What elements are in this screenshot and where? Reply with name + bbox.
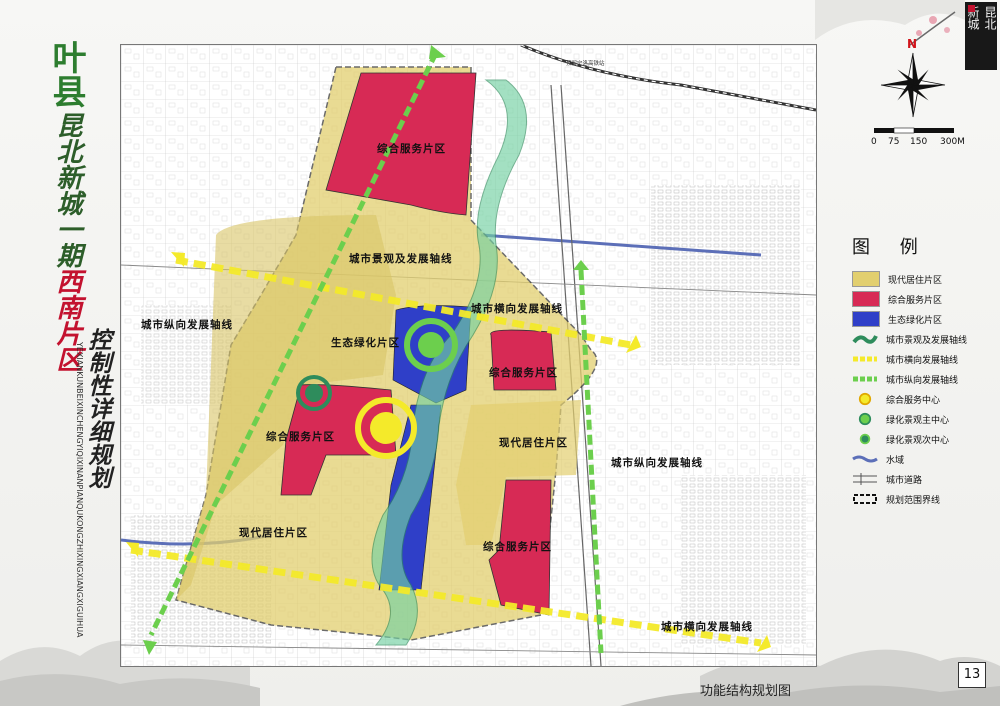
legend-item: 水域 (852, 450, 904, 468)
compass-icon (880, 52, 946, 118)
seal-dot (968, 5, 975, 12)
planning-map: 预留宁洛高铁站 综合服务片区 城市景观及发展轴线 城市横向发展轴线 城市纵向发展… (120, 44, 817, 667)
north-label: N (907, 37, 918, 51)
horizontal-axis-icon (853, 356, 877, 362)
legend-item: 综合服务中心 (852, 390, 940, 408)
vertical-axis-icon (853, 376, 877, 382)
label-horizontal-axis-north: 城市横向发展轴线 (471, 303, 563, 315)
legend-title: 图 例 (852, 237, 930, 258)
road-icon (853, 473, 877, 485)
legend-item: 规划范围界线 (852, 490, 940, 508)
legend-label: 城市景观及发展轴线 (886, 335, 968, 346)
service-zone-east (490, 329, 557, 391)
landscape-primary-center-icon (858, 412, 872, 426)
legend-item: 城市景观及发展轴线 (852, 330, 967, 348)
title-project: 昆北新城一期 (52, 112, 82, 268)
legend-item: 绿化景观次中心 (852, 430, 949, 448)
seal-line1: 昆北 (983, 6, 997, 30)
map-caption: 功能结构规划图 (700, 684, 792, 699)
scale-bar (874, 127, 954, 134)
label-horizontal-axis-south: 城市横向发展轴线 (661, 621, 753, 633)
boundary-icon (853, 494, 877, 504)
label-residential-east: 现代居住片区 (499, 437, 568, 449)
legend-swatch-ecology (852, 311, 880, 327)
label-service-north: 综合服务片区 (377, 143, 446, 155)
legend-label: 规划范围界线 (886, 495, 941, 506)
service-center-core (370, 412, 402, 444)
landscape-secondary-center-core (305, 384, 323, 402)
legend-item: 生态绿化片区 (852, 310, 942, 328)
landscape-primary-center-core (418, 332, 444, 358)
legend-label: 水域 (886, 455, 905, 466)
legend-label: 城市横向发展轴线 (886, 355, 959, 366)
subtitle-text: 控制性详细规划 (84, 328, 111, 489)
water-icon (852, 455, 878, 463)
legend-label: 城市道路 (886, 475, 923, 486)
label-vertical-axis-east: 城市纵向发展轴线 (611, 457, 703, 469)
label-service-south: 综合服务片区 (483, 541, 552, 553)
landscape-axis-arrow-icon (852, 335, 878, 344)
title-county: 叶县 (46, 40, 86, 108)
page-number: 13 (958, 662, 986, 688)
legend-item: 城市横向发展轴线 (852, 350, 958, 368)
legend-item: 城市道路 (852, 470, 922, 488)
legend-label: 绿化景观次中心 (886, 435, 950, 446)
map-canvas: 预留宁洛高铁站 (121, 45, 816, 666)
legend-label: 现代居住片区 (888, 275, 943, 286)
legend-label: 绿化景观主中心 (886, 415, 950, 426)
logo-seal: 昆北 新城 (965, 2, 997, 70)
label-ecology-zone: 生态绿化片区 (331, 337, 400, 349)
legend-label: 生态绿化片区 (888, 315, 943, 326)
seal-line2: 新城 (966, 6, 980, 30)
legend-item: 绿化景观主中心 (852, 410, 949, 428)
service-center-icon (858, 392, 872, 406)
landscape-secondary-center-icon (859, 433, 871, 445)
title-subtitle: 控制性详细规划 (82, 328, 112, 489)
legend-swatch-residential (852, 271, 880, 287)
legend-label: 城市纵向发展轴线 (886, 375, 959, 386)
label-service-east: 综合服务片区 (489, 367, 558, 379)
label-residential-southwest: 现代居住片区 (239, 527, 308, 539)
legend-swatch-service (852, 291, 880, 307)
label-vertical-axis-west: 城市纵向发展轴线 (141, 319, 233, 331)
legend-label: 综合服务片区 (888, 295, 943, 306)
scale-tick-0: 0 (871, 137, 877, 147)
scale-tick-3: 300M (940, 137, 965, 147)
scale-tick-2: 150 (910, 137, 928, 147)
railway-station-note: 预留宁洛高铁站 (566, 59, 605, 67)
label-landscape-axis: 城市景观及发展轴线 (349, 253, 453, 265)
legend-item: 现代居住片区 (852, 270, 942, 288)
legend-label: 综合服务中心 (886, 395, 941, 406)
title-block: 叶县 昆北新城一期 西南片区 (44, 40, 90, 372)
label-service-west: 综合服务片区 (266, 431, 335, 443)
legend-item: 综合服务片区 (852, 290, 942, 308)
village-cluster (651, 185, 801, 365)
scale-tick-1: 75 (888, 137, 900, 147)
legend-item: 城市纵向发展轴线 (852, 370, 958, 388)
